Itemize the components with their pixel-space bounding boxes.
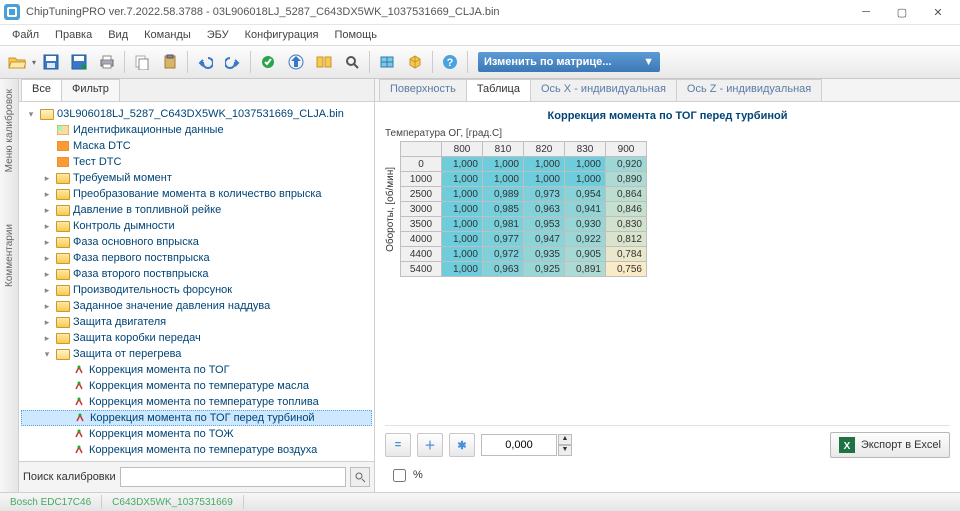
titlebar: ChipTuningPRO ver.7.2022.58.3788 - 03L90…	[0, 0, 960, 25]
matrix-dropdown[interactable]: Изменить по матрице... ▼	[478, 52, 660, 72]
app-icon	[4, 4, 20, 20]
export-excel-button[interactable]: X Экспорт в Excel	[830, 432, 950, 458]
vertical-tabs: Меню калибровок Комментарии	[0, 79, 19, 492]
statusbar: Bosch EDC17C46 C643DX5WK_1037531669	[0, 492, 960, 511]
search-input[interactable]	[120, 467, 346, 487]
tree-item[interactable]: ▾03L906018LJ_5287_C643DX5WK_1037531669_C…	[21, 106, 372, 122]
tree-item[interactable]: ▸Давление в топливной рейке	[21, 202, 372, 218]
minimize-button[interactable]: ─	[848, 0, 884, 24]
menu-edit[interactable]: Правка	[47, 27, 100, 43]
calibration-tree[interactable]: ▾03L906018LJ_5287_C643DX5WK_1037531669_C…	[19, 102, 374, 461]
percent-checkbox[interactable]	[393, 469, 406, 482]
chevron-down-icon: ▼	[643, 56, 654, 68]
open-button[interactable]	[4, 49, 30, 75]
tree-item[interactable]: ▸Фаза основного впрыска	[21, 234, 372, 250]
spin-down[interactable]: ▼	[558, 445, 572, 456]
undo-button[interactable]	[192, 49, 218, 75]
tree-item[interactable]: Коррекция момента по ТОГ	[21, 362, 372, 378]
tree-item[interactable]: ▸Защита двигателя	[21, 314, 372, 330]
redo-button[interactable]	[220, 49, 246, 75]
tab-axis-x[interactable]: Ось X - индивидуальная	[530, 79, 677, 101]
spin-up[interactable]: ▲	[558, 434, 572, 445]
menu-ecu[interactable]: ЭБУ	[199, 27, 237, 43]
maximize-button[interactable]: ▢	[884, 0, 920, 24]
x-axis-label: Температура ОГ, [град.С]	[385, 128, 950, 139]
tree-item[interactable]: Коррекция момента по температуре воздуха	[21, 442, 372, 458]
vtab-comments[interactable]: Комментарии	[2, 218, 17, 293]
tree-item[interactable]: ▸Требуемый момент	[21, 170, 372, 186]
side-tab-filter[interactable]: Фильтр	[61, 79, 120, 101]
tree-item[interactable]: ▸Заданное значение давления наддува	[21, 298, 372, 314]
tree-item[interactable]: ▸Преобразование момента в количество впр…	[21, 186, 372, 202]
menu-view[interactable]: Вид	[100, 27, 136, 43]
tree-item[interactable]: ▸Контроль дымности	[21, 218, 372, 234]
percent-label: %	[413, 469, 423, 481]
paste-button[interactable]	[157, 49, 183, 75]
sidebar: Все Фильтр ▾03L906018LJ_5287_C643DX5WK_1…	[19, 79, 375, 492]
tab-surface[interactable]: Поверхность	[379, 79, 467, 101]
tree-item[interactable]: ▸Защита коробки передач	[21, 330, 372, 346]
excel-icon: X	[839, 437, 855, 453]
copy-button[interactable]	[129, 49, 155, 75]
tree-item[interactable]: Коррекция момента по ТОЖ	[21, 426, 372, 442]
help-button[interactable]: ?	[437, 49, 463, 75]
tree-item[interactable]: ▸Фаза второго поствпрыска	[21, 266, 372, 282]
tree-item[interactable]: Коррекция момента по температуре топлива	[21, 394, 372, 410]
menubar: Файл Правка Вид Команды ЭБУ Конфигурация…	[0, 25, 960, 45]
menu-config[interactable]: Конфигурация	[237, 27, 327, 43]
svg-text:?: ?	[447, 57, 454, 69]
tool-checksum-button[interactable]	[255, 49, 281, 75]
tool-upload-button[interactable]	[283, 49, 309, 75]
menu-help[interactable]: Помощь	[326, 27, 385, 43]
close-button[interactable]: ✕	[920, 0, 956, 24]
equals-button[interactable]: =	[385, 433, 411, 457]
save-as-button[interactable]	[66, 49, 92, 75]
table-title: Коррекция момента по ТОГ перед турбиной	[385, 110, 950, 122]
tool-map-button[interactable]	[374, 49, 400, 75]
matrix-dropdown-label: Изменить по матрице...	[484, 56, 611, 68]
search-button[interactable]	[350, 467, 370, 487]
tree-item[interactable]: ▾Защита от перегрева	[21, 346, 372, 362]
tab-axis-z[interactable]: Ось Z - индивидуальная	[676, 79, 822, 101]
menu-commands[interactable]: Команды	[136, 27, 199, 43]
tree-item[interactable]: Маска DTC	[21, 138, 372, 154]
print-button[interactable]	[94, 49, 120, 75]
tool-compare-button[interactable]	[311, 49, 337, 75]
status-file: C643DX5WK_1037531669	[102, 497, 243, 508]
y-axis-label: Обороты, [об/мин]	[385, 167, 396, 252]
tree-item[interactable]: Идентификационные данные	[21, 122, 372, 138]
svg-text:X: X	[843, 441, 850, 452]
save-button[interactable]	[38, 49, 64, 75]
multiply-button[interactable]: ✱	[449, 433, 475, 457]
export-label: Экспорт в Excel	[861, 439, 941, 451]
main-panel: Поверхность Таблица Ось X - индивидуальн…	[375, 79, 960, 492]
tool-search-button[interactable]	[339, 49, 365, 75]
window-title: ChipTuningPRO ver.7.2022.58.3788 - 03L90…	[26, 6, 848, 18]
tree-item[interactable]: Коррекция момента по ТОГ перед турбиной	[21, 410, 372, 426]
data-table[interactable]: 80081082083090001,0001,0001,0001,0000,92…	[400, 141, 647, 277]
vtab-calibrations[interactable]: Меню калибровок	[2, 83, 17, 178]
tree-item[interactable]: Коррекция момента по температуре масла	[21, 378, 372, 394]
tree-item[interactable]: ▸Фаза первого поствпрыска	[21, 250, 372, 266]
tab-table[interactable]: Таблица	[466, 79, 531, 101]
plus-button[interactable]: ＋	[417, 433, 443, 457]
side-tab-all[interactable]: Все	[21, 79, 62, 101]
tool-3d-button[interactable]	[402, 49, 428, 75]
tree-item[interactable]: Тест DTC	[21, 154, 372, 170]
status-ecu: Bosch EDC17C46	[0, 497, 101, 508]
search-label: Поиск калибровки	[23, 471, 116, 483]
value-input[interactable]	[481, 434, 557, 456]
tree-item[interactable]: ▸Производительность форсунок	[21, 282, 372, 298]
menu-file[interactable]: Файл	[4, 27, 47, 43]
toolbar: ▾ ? Изменить по матрице...▼	[0, 45, 960, 79]
